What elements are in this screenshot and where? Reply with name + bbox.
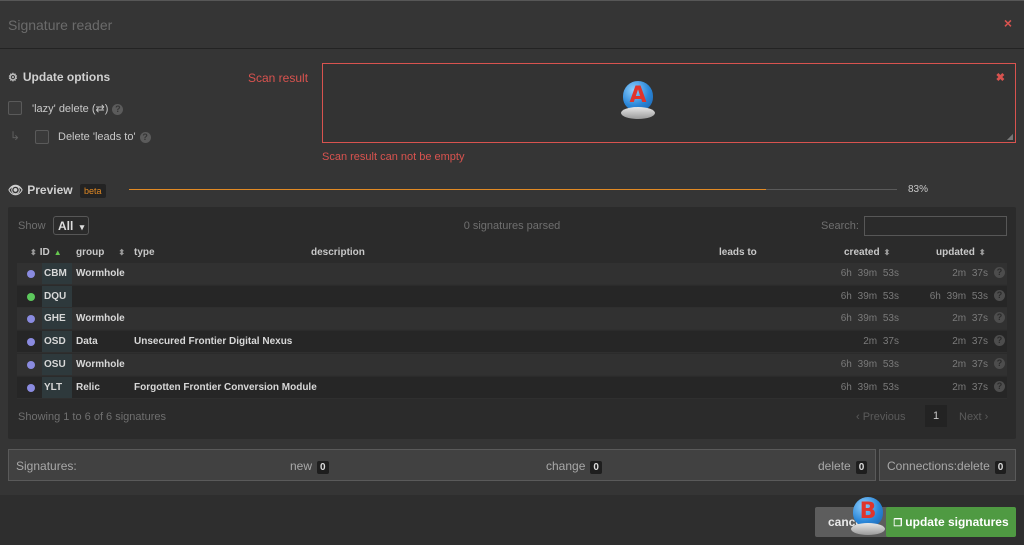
- status-dot: [27, 338, 35, 347]
- cell-updated: 2m 37s: [952, 336, 988, 348]
- copy-icon: ❐: [893, 518, 903, 529]
- cell-group[interactable]: Data: [76, 336, 98, 347]
- search-input[interactable]: [864, 216, 1007, 236]
- cell-created: 6h 39m 53s: [840, 358, 899, 370]
- dialog-title: Signature reader: [8, 17, 113, 33]
- status-dot: [27, 383, 35, 392]
- cell-id: DQU: [44, 290, 67, 302]
- clear-icon[interactable]: ✖: [996, 71, 1005, 84]
- pagination-previous[interactable]: ‹ Previous: [856, 411, 906, 423]
- column-header-group[interactable]: group ⬍: [76, 247, 125, 258]
- scan-result-label: Scan result: [248, 71, 309, 85]
- help-icon[interactable]: ?: [994, 289, 1005, 301]
- table-row[interactable]: OSD Data Unsecured Frontier Digital Nexus 2…: [17, 331, 1007, 354]
- cell-type[interactable]: Unsecured Frontier Digital Nexus: [134, 336, 292, 347]
- delete-count: 0: [855, 461, 868, 474]
- help-icon[interactable]: ?: [994, 357, 1005, 369]
- update-options-title: ⚙ Update options: [8, 70, 111, 84]
- marker-b: B: [851, 497, 885, 537]
- eye-icon: 👁: [8, 183, 24, 197]
- help-icon[interactable]: ?: [994, 312, 1005, 324]
- status-dot: [27, 315, 35, 324]
- cell-type[interactable]: Forgotten Frontier Conversion Module: [134, 382, 317, 393]
- scan-result-error: Scan result can not be empty: [322, 151, 465, 163]
- preview-progress-bar: [129, 189, 897, 190]
- cell-updated: 2m 37s: [952, 358, 988, 370]
- new-count: 0: [317, 461, 329, 474]
- beta-badge: beta: [80, 184, 106, 198]
- summary-change: change 0: [546, 459, 602, 474]
- summary-new: new 0: [290, 459, 329, 474]
- connections-count: 0: [994, 461, 1007, 474]
- table-row[interactable]: CBM Wormhole 6h 39m 53s 2m 37s?: [17, 263, 1007, 285]
- cell-updated: 2m 37s: [952, 268, 988, 279]
- help-icon[interactable]: ?: [994, 267, 1005, 278]
- search-label: Search:: [821, 220, 859, 232]
- close-icon[interactable]: ×: [1004, 15, 1012, 31]
- cell-id: OSD: [44, 336, 66, 348]
- cell-group[interactable]: Wormhole: [76, 359, 125, 370]
- cell-id: OSU: [44, 358, 66, 370]
- summary-delete: delete 0: [818, 459, 868, 474]
- column-header-created[interactable]: created ⬍: [844, 247, 890, 258]
- marker-a: A: [621, 81, 655, 121]
- summary-label: Signatures:: [16, 459, 77, 473]
- status-dot: [27, 270, 35, 278]
- preview-title: 👁 Preview: [8, 183, 73, 197]
- cell-group[interactable]: Wormhole: [76, 268, 125, 279]
- cell-created: 6h 39m 53s: [840, 268, 899, 279]
- cell-updated: 2m 37s: [952, 313, 988, 325]
- pagination-page-1[interactable]: 1: [925, 405, 947, 427]
- column-header-updated[interactable]: updated ⬍: [936, 247, 986, 258]
- cell-group[interactable]: Relic: [76, 382, 100, 393]
- preview-progress-text: 83%: [908, 184, 929, 195]
- column-header-id[interactable]: ⬍ ID ▲: [30, 247, 62, 258]
- update-signatures-button[interactable]: ❐ update signatures: [886, 507, 1016, 537]
- connections-summary: Connections:delete 0: [879, 449, 1016, 481]
- help-icon[interactable]: ?: [994, 380, 1005, 392]
- cell-created: 2m 37s: [863, 336, 899, 348]
- resize-handle[interactable]: ◢: [1007, 132, 1013, 141]
- delete-leads-to-label: Delete 'leads to'?: [58, 131, 151, 143]
- help-icon[interactable]: ?: [139, 131, 151, 143]
- change-count: 0: [590, 461, 602, 474]
- summary-connections: Connections:delete 0: [887, 459, 1007, 474]
- column-header-description: description: [311, 247, 365, 258]
- cell-updated: 6h 39m 53s: [929, 290, 988, 302]
- delete-leads-to-checkbox[interactable]: [35, 130, 49, 144]
- signature-table-panel: Show All ▾ 0 signatures parsed Search: ⬍…: [8, 207, 1016, 439]
- cell-id: CBM: [44, 268, 67, 279]
- table-row[interactable]: DQU 6h 39m 53s 6h 39m 53s?: [17, 285, 1007, 308]
- cell-created: 6h 39m 53s: [840, 290, 899, 302]
- cell-id: YLT: [44, 381, 63, 393]
- cell-updated: 2m 37s: [952, 381, 988, 393]
- cell-id: GHE: [44, 313, 66, 325]
- help-icon[interactable]: ?: [994, 335, 1005, 347]
- status-dot: [27, 360, 35, 369]
- help-icon[interactable]: ?: [112, 103, 124, 115]
- sub-option-arrow-icon: ↳: [10, 129, 21, 143]
- table-row[interactable]: YLT Relic Forgotten Frontier Conversion Mo…: [17, 376, 1007, 399]
- signature-reader-dialog: Signature reader × ⚙ Update options 'lazy…: [0, 1, 1024, 545]
- dialog-header: Signature reader ×: [0, 1, 1024, 49]
- cell-group[interactable]: Wormhole: [76, 313, 125, 324]
- status-dot: [27, 292, 35, 301]
- pagination-info: Showing 1 to 6 of 6 signatures: [18, 411, 166, 423]
- scan-result-textarea[interactable]: ✖ ◢: [322, 63, 1016, 143]
- cell-created: 6h 39m 53s: [840, 381, 899, 393]
- column-header-leads-to: leads to: [719, 247, 757, 258]
- cell-created: 6h 39m 53s: [840, 313, 899, 325]
- table-row[interactable]: GHE Wormhole 6h 39m 53s 2m 37s?: [17, 308, 1007, 331]
- signatures-summary: Signatures: new 0 change 0 delete 0: [8, 449, 876, 481]
- column-header-type[interactable]: type: [134, 247, 155, 258]
- preview-progress-fill: [129, 189, 767, 190]
- table-row[interactable]: OSU Wormhole 6h 39m 53s 2m 37s?: [17, 353, 1007, 376]
- gears-icon: ⚙: [8, 72, 18, 84]
- pagination-next[interactable]: Next ›: [959, 411, 988, 423]
- swap-icon: (⇄): [91, 103, 109, 115]
- lazy-delete-label: 'lazy' delete (⇄)?: [32, 102, 124, 115]
- lazy-delete-checkbox[interactable]: [8, 101, 22, 115]
